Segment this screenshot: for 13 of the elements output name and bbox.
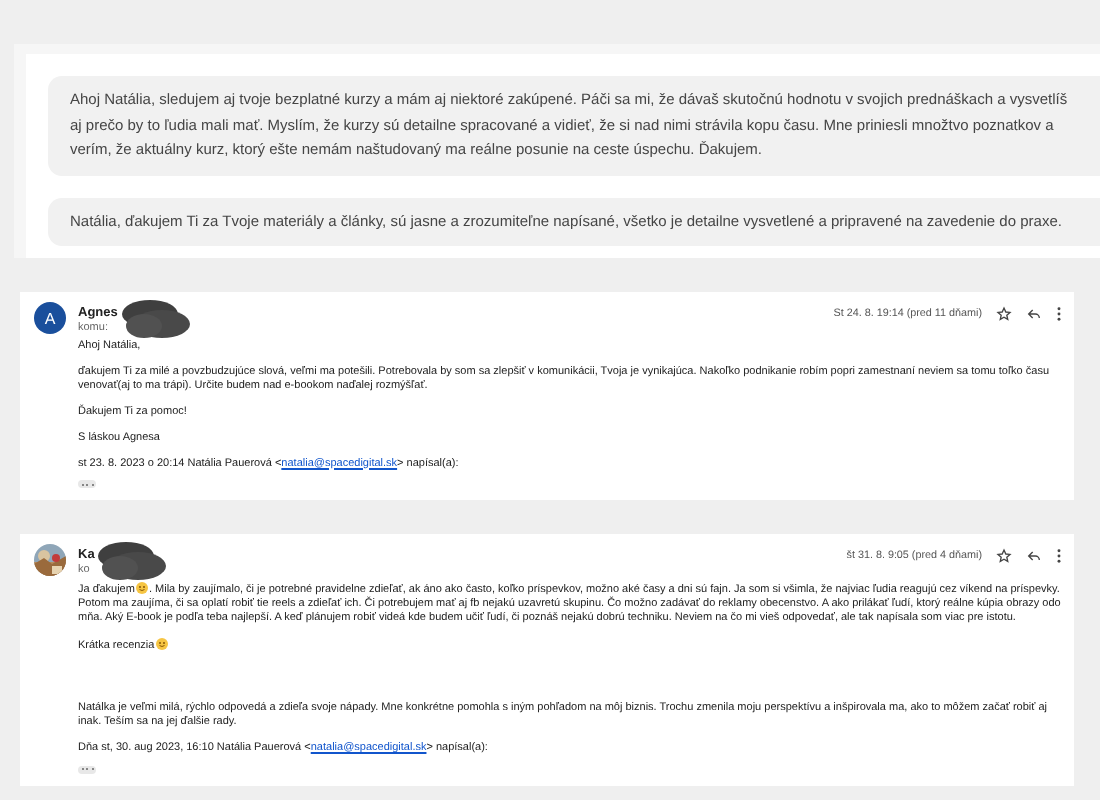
reply-icon[interactable] <box>1026 548 1042 565</box>
show-trimmed-button[interactable] <box>78 765 96 774</box>
reply-icon[interactable] <box>1026 306 1042 322</box>
smiley-icon <box>155 638 168 651</box>
more-options-icon[interactable] <box>1056 306 1062 322</box>
show-trimmed-button[interactable] <box>78 480 96 489</box>
smiley-icon <box>135 582 148 595</box>
avatar: A <box>34 302 66 334</box>
redaction-scribble <box>121 300 190 338</box>
more-options-icon[interactable] <box>1056 548 1062 565</box>
redaction-scribble <box>98 542 167 581</box>
star-icon[interactable] <box>996 306 1012 322</box>
star-icon[interactable] <box>996 548 1012 565</box>
